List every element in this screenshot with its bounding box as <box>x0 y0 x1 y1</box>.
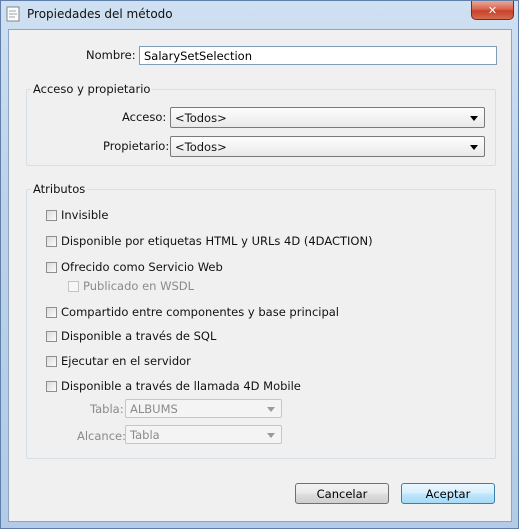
checkbox-label: Publicado en WSDL <box>83 279 195 293</box>
checkbox-4d-mobile[interactable]: Disponible a través de llamada 4D Mobile <box>46 378 301 394</box>
table-select[interactable]: ALBUMS <box>125 399 282 418</box>
checkbox-box[interactable] <box>46 261 57 273</box>
access-label: Acceso: <box>122 110 167 124</box>
checkbox-invisible[interactable]: Invisible <box>46 207 108 223</box>
checkbox-box[interactable] <box>46 355 57 367</box>
checkbox-box[interactable] <box>68 280 79 292</box>
checkbox-label: Compartido entre componentes y base prin… <box>61 305 339 319</box>
owner-label: Propietario: <box>103 139 170 153</box>
window-title: Propiedades del método <box>27 7 173 21</box>
scope-label: Alcance: <box>77 429 126 443</box>
checkbox-box[interactable] <box>46 235 57 247</box>
document-icon <box>6 6 20 22</box>
checkbox-box[interactable] <box>46 306 57 318</box>
checkbox-box[interactable] <box>46 209 57 221</box>
checkbox-label: Ofrecido como Servicio Web <box>61 260 223 274</box>
checkbox-shared[interactable]: Compartido entre componentes y base prin… <box>46 304 339 320</box>
checkbox-label: Disponible a través de llamada 4D Mobile <box>61 379 301 393</box>
checkbox-server[interactable]: Ejecutar en el servidor <box>46 353 191 369</box>
checkbox-4daction[interactable]: Disponible por etiquetas HTML y URLs 4D … <box>46 233 373 249</box>
checkbox-label: Disponible a través de SQL <box>61 329 217 343</box>
table-label: Tabla: <box>90 402 124 416</box>
dialog-content: Nombre: Acceso y propietario Acceso: <To… <box>8 29 512 522</box>
checkbox-label: Ejecutar en el servidor <box>61 354 191 368</box>
checkbox-box[interactable] <box>46 380 57 392</box>
access-select[interactable]: <Todos> <box>170 107 485 128</box>
checkbox-label: Invisible <box>61 208 109 222</box>
checkbox-web-service[interactable]: Ofrecido como Servicio Web <box>46 259 223 275</box>
close-button[interactable]: ✕ <box>471 1 514 20</box>
name-input[interactable] <box>139 46 497 65</box>
chevron-down-icon <box>470 116 478 121</box>
name-label: Nombre: <box>86 48 136 62</box>
owner-value: <Todos> <box>175 140 227 154</box>
owner-select[interactable]: <Todos> <box>170 136 485 157</box>
chevron-down-icon <box>470 145 478 150</box>
access-value: <Todos> <box>175 111 227 125</box>
attributes-group-title: Atributos <box>31 182 88 196</box>
checkbox-sql[interactable]: Disponible a través de SQL <box>46 328 216 344</box>
attributes-group <box>26 189 496 459</box>
dialog-window: Propiedades del método ✕ Nombre: Acceso … <box>0 0 519 529</box>
access-owner-group-title: Acceso y propietario <box>31 82 153 96</box>
checkbox-label: Disponible por etiquetas HTML y URLs 4D … <box>61 234 373 248</box>
accept-button[interactable]: Aceptar <box>401 483 495 504</box>
close-icon: ✕ <box>487 3 498 17</box>
checkbox-box[interactable] <box>46 330 57 342</box>
cancel-button[interactable]: Cancelar <box>295 483 389 504</box>
scope-select[interactable]: Tabla <box>125 425 282 444</box>
scope-value: Tabla <box>130 428 160 442</box>
checkbox-wsdl[interactable]: Publicado en WSDL <box>68 278 194 294</box>
title-bar[interactable]: Propiedades del método ✕ <box>1 1 518 28</box>
chevron-down-icon <box>267 433 275 438</box>
table-value: ALBUMS <box>130 402 178 416</box>
chevron-down-icon <box>267 407 275 412</box>
